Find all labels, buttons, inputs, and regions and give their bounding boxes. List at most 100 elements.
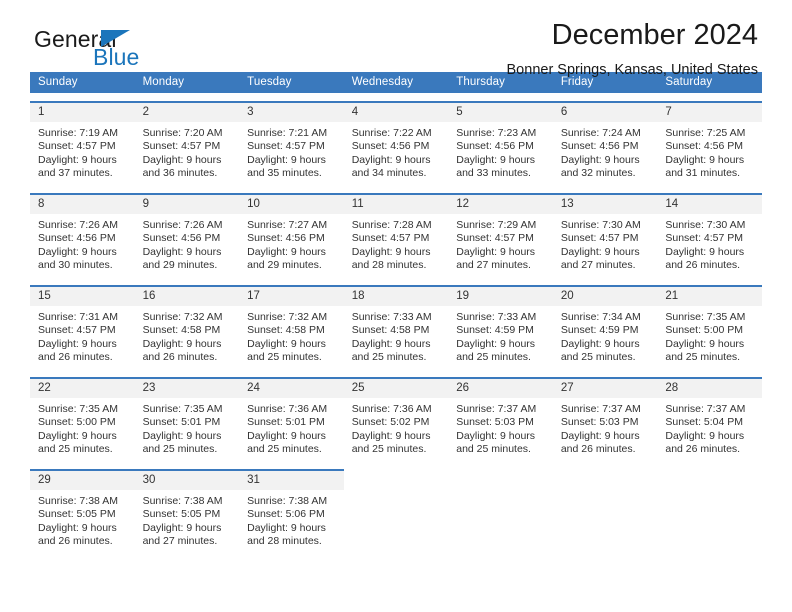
week-row: 22 Sunrise: 7:35 AM Sunset: 5:00 PM Dayligh… [30,377,762,461]
day-cell[interactable]: 24 Sunrise: 7:36 AM Sunset: 5:01 PM Dayligh… [239,377,344,461]
sunrise-text: Sunrise: 7:20 AM [142,127,223,139]
day-number: 23 [134,379,240,398]
day-info: Sunrise: 7:23 AM Sunset: 4:56 PM Daylight:… [448,122,553,181]
day-cell[interactable]: 20 Sunrise: 7:34 AM Sunset: 4:59 PM Dayligh… [552,285,658,369]
day-info: Sunrise: 7:22 AM Sunset: 4:56 PM Daylight:… [344,122,449,181]
day-info: Sunrise: 7:37 AM Sunset: 5:03 PM Daylight:… [553,398,658,457]
day-cell[interactable]: 7 Sunrise: 7:25 AM Sunset: 4:56 PM Daylight… [657,101,762,185]
week-row: 1 Sunrise: 7:19 AM Sunset: 4:57 PM Daylight… [30,101,762,185]
day-info: Sunrise: 7:24 AM Sunset: 4:56 PM Daylight:… [553,122,658,181]
day-number [657,470,762,489]
sunset-text: Sunset: 4:56 PM [456,140,534,153]
sunrise-text: Sunrise: 7:19 AM [38,127,118,139]
sunrise-text: Sunrise: 7:37 AM [560,403,641,415]
sunset-text: Sunset: 4:57 PM [247,140,325,153]
sunset-text: Sunset: 5:06 PM [247,508,325,521]
day-cell[interactable]: 27 Sunrise: 7:37 AM Sunset: 5:03 PM Dayligh… [552,377,658,461]
day-number: 10 [239,195,344,214]
day-cell[interactable]: 3 Sunrise: 7:21 AM Sunset: 4:57 PM Daylight… [239,101,344,185]
day-info: Sunrise: 7:38 AM Sunset: 5:05 PM Daylight:… [135,490,240,549]
day-info: Sunrise: 7:28 AM Sunset: 4:57 PM Daylight:… [344,214,449,273]
sunrise-text: Sunrise: 7:32 AM [142,311,223,323]
daylight-text-line1: Daylight: 9 hours [456,429,536,442]
daylight-text-line1: Daylight: 9 hours [351,337,431,350]
daylight-text-line2: and 32 minutes. [560,167,636,180]
daylight-text-line1: Daylight: 9 hours [560,429,640,442]
day-cell[interactable]: 17 Sunrise: 7:32 AM Sunset: 4:58 PM Dayligh… [239,285,344,369]
day-cell[interactable]: 31 Sunrise: 7:38 AM Sunset: 5:06 PM Dayligh… [239,469,344,553]
day-cell[interactable]: 19 Sunrise: 7:33 AM Sunset: 4:59 PM Dayligh… [448,285,553,369]
daylight-text-line1: Daylight: 9 hours [142,429,222,442]
day-info: Sunrise: 7:37 AM Sunset: 5:03 PM Daylight:… [448,398,553,457]
day-cell[interactable]: 12 Sunrise: 7:29 AM Sunset: 4:57 PM Dayligh… [448,193,553,277]
day-cell[interactable]: 26 Sunrise: 7:37 AM Sunset: 5:03 PM Dayligh… [448,377,553,461]
daylight-text-line2: and 26 minutes. [142,351,218,364]
day-cell[interactable]: 22 Sunrise: 7:35 AM Sunset: 5:00 PM Dayligh… [30,377,135,461]
day-info: Sunrise: 7:31 AM Sunset: 4:57 PM Daylight:… [30,306,135,365]
sunrise-text: Sunrise: 7:32 AM [247,311,328,323]
sunrise-text: Sunrise: 7:33 AM [456,311,537,323]
day-cell[interactable]: 2 Sunrise: 7:20 AM Sunset: 4:57 PM Daylight… [134,101,240,185]
day-number: 12 [448,195,553,214]
day-info: Sunrise: 7:33 AM Sunset: 4:59 PM Daylight:… [448,306,553,365]
week-row: 29 Sunrise: 7:38 AM Sunset: 5:05 PM Dayligh… [30,469,762,553]
week-row-spacer [30,93,762,102]
day-cell[interactable]: 28 Sunrise: 7:37 AM Sunset: 5:04 PM Dayligh… [657,377,762,461]
sunset-text: Sunset: 4:58 PM [142,324,221,337]
daylight-text-line1: Daylight: 9 hours [351,429,431,442]
daylight-text-line2: and 27 minutes. [456,259,531,272]
day-number: 5 [448,103,553,122]
sunrise-text: Sunrise: 7:35 AM [665,311,746,323]
sunset-text: Sunset: 4:57 PM [38,140,116,153]
day-number: 28 [657,379,762,398]
day-cell[interactable]: 9 Sunrise: 7:26 AM Sunset: 4:56 PM Daylight… [134,193,240,277]
sunrise-text: Sunrise: 7:25 AM [665,127,746,139]
day-cell[interactable]: 6 Sunrise: 7:24 AM Sunset: 4:56 PM Daylight… [552,101,658,185]
daylight-text-line1: Daylight: 9 hours [38,337,117,350]
sunrise-text: Sunrise: 7:34 AM [560,311,641,323]
page-title: December 2024 [551,19,758,51]
daylight-text-line1: Daylight: 9 hours [247,153,326,166]
day-cell[interactable]: 23 Sunrise: 7:35 AM Sunset: 5:01 PM Dayligh… [134,377,240,461]
day-cell[interactable]: 13 Sunrise: 7:30 AM Sunset: 4:57 PM Dayligh… [552,193,658,277]
sunrise-text: Sunrise: 7:29 AM [456,219,537,231]
sunrise-text: Sunrise: 7:36 AM [247,403,328,415]
day-cell[interactable]: 5 Sunrise: 7:23 AM Sunset: 4:56 PM Daylight… [448,101,553,185]
day-cell[interactable]: 1 Sunrise: 7:19 AM Sunset: 4:57 PM Daylight… [30,101,135,185]
day-cell[interactable]: 29 Sunrise: 7:38 AM Sunset: 5:05 PM Dayligh… [30,469,135,553]
day-number: 20 [552,287,658,306]
day-cell[interactable]: 25 Sunrise: 7:36 AM Sunset: 5:02 PM Dayligh… [343,377,449,461]
day-info: Sunrise: 7:20 AM Sunset: 4:57 PM Daylight:… [135,122,240,181]
day-info: Sunrise: 7:21 AM Sunset: 4:57 PM Daylight:… [239,122,344,181]
sunset-text: Sunset: 5:04 PM [665,416,744,429]
sunset-text: Sunset: 4:58 PM [247,324,325,337]
day-cell[interactable]: 15 Sunrise: 7:31 AM Sunset: 4:57 PM Dayligh… [30,285,135,369]
daylight-text-line2: and 26 minutes. [560,443,636,456]
day-cell[interactable]: 30 Sunrise: 7:38 AM Sunset: 5:05 PM Dayligh… [134,469,240,553]
day-number: 7 [657,103,762,122]
day-cell[interactable]: 21 Sunrise: 7:35 AM Sunset: 5:00 PM Dayligh… [657,285,762,369]
sunset-text: Sunset: 4:57 PM [351,232,430,245]
day-cell[interactable]: 18 Sunrise: 7:33 AM Sunset: 4:58 PM Dayligh… [343,285,449,369]
daylight-text-line2: and 25 minutes. [38,443,113,456]
day-cell[interactable]: 4 Sunrise: 7:22 AM Sunset: 4:56 PM Daylight… [343,101,449,185]
sunrise-text: Sunrise: 7:38 AM [38,495,118,507]
day-number [448,470,553,489]
day-cell[interactable]: 16 Sunrise: 7:32 AM Sunset: 4:58 PM Dayligh… [134,285,240,369]
day-cell[interactable]: 10 Sunrise: 7:27 AM Sunset: 4:56 PM Dayligh… [239,193,344,277]
day-cell[interactable]: 14 Sunrise: 7:30 AM Sunset: 4:57 PM Dayligh… [657,193,762,277]
sunrise-text: Sunrise: 7:38 AM [247,495,328,507]
sunrise-text: Sunrise: 7:37 AM [665,403,746,415]
daylight-text-line1: Daylight: 9 hours [142,245,222,258]
daylight-text-line2: and 25 minutes. [456,443,531,456]
day-cell[interactable]: 11 Sunrise: 7:28 AM Sunset: 4:57 PM Dayligh… [343,193,449,277]
brand-logo[interactable]: General Blue [34,26,254,76]
day-info: Sunrise: 7:38 AM Sunset: 5:06 PM Daylight:… [239,490,344,549]
sunrise-text: Sunrise: 7:26 AM [142,219,223,231]
daylight-text-line2: and 29 minutes. [142,259,218,272]
page-header: General Blue December 2024 Bonner Spring… [30,0,762,78]
day-cell[interactable]: 8 Sunrise: 7:26 AM Sunset: 4:56 PM Daylight… [30,193,135,277]
daylight-text-line1: Daylight: 9 hours [247,521,326,534]
sunrise-text: Sunrise: 7:28 AM [351,219,432,231]
day-info: Sunrise: 7:19 AM Sunset: 4:57 PM Daylight:… [30,122,135,181]
